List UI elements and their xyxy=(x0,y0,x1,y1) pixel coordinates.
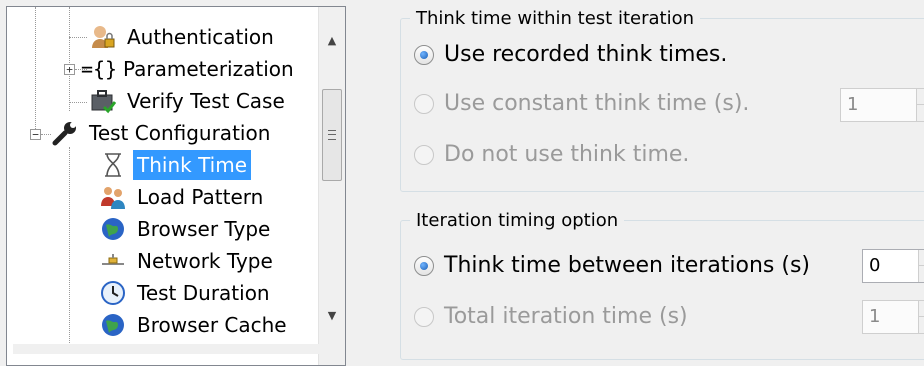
network-icon xyxy=(99,247,127,275)
scroll-down-button[interactable]: ▼ xyxy=(319,302,345,328)
tree-item-label: Network Type xyxy=(137,249,273,273)
tree-item-label: Authentication xyxy=(127,25,274,49)
spin-down-icon[interactable]: ▼ xyxy=(919,266,924,282)
tree-item-browser-cache[interactable]: Browser Cache xyxy=(99,310,291,340)
tree-connector xyxy=(35,7,36,135)
tree-connector xyxy=(41,134,51,135)
option-label: Use constant think time (s). xyxy=(444,91,750,116)
tree-item-label: Parameterization xyxy=(123,57,294,81)
grip-icon xyxy=(328,130,336,140)
option-label: Total iteration time (s) xyxy=(444,304,688,329)
scroll-thumb[interactable] xyxy=(322,89,342,181)
spin-up-icon[interactable]: ▲ xyxy=(919,250,924,266)
briefcase-check-icon xyxy=(89,87,117,115)
radio-button[interactable] xyxy=(414,144,434,165)
collapse-test-configuration-button[interactable]: − xyxy=(30,129,41,140)
spin-down-icon[interactable]: ▼ xyxy=(919,317,924,333)
tree-item-authentication[interactable]: Authentication xyxy=(89,22,278,52)
tree-item-label: Think Time xyxy=(133,150,252,180)
option-label: Think time between iterations (s) xyxy=(444,253,811,278)
spinner-buttons[interactable]: ▲▼ xyxy=(918,301,924,333)
spinner-value: 1 xyxy=(869,306,881,327)
think-time-between-iterations-option[interactable]: Think time between iterations (s) xyxy=(414,253,810,278)
globe-icon xyxy=(99,311,127,339)
option-label: Use recorded think times. xyxy=(444,42,728,67)
radio-button[interactable] xyxy=(414,93,434,114)
tree-item-parameterization[interactable]: ={} Parameterization xyxy=(80,54,298,84)
iteration-timing-group-title: Iteration timing option xyxy=(410,210,625,232)
tree-connector xyxy=(69,37,87,38)
think-time-group-title: Think time within test iteration xyxy=(410,8,700,30)
tree-vertical-scrollbar[interactable]: ▲ ▼ xyxy=(318,7,345,365)
radio-button[interactable] xyxy=(414,255,434,276)
total-iteration-time-spinner[interactable]: 1 ▲▼ xyxy=(862,300,924,334)
use-recorded-think-times-option[interactable]: Use recorded think times. xyxy=(414,42,727,67)
spin-down-icon[interactable]: ▼ xyxy=(917,105,924,121)
tree-connector xyxy=(69,147,70,347)
tree-item-test-configuration[interactable]: Test Configuration xyxy=(51,118,274,148)
spin-up-icon[interactable]: ▲ xyxy=(919,301,924,317)
between-iterations-spinner[interactable]: 0 ▲▼ xyxy=(862,249,924,283)
tree-item-browser-type[interactable]: Browser Type xyxy=(99,214,274,244)
tree-item-label: Test Configuration xyxy=(89,121,271,145)
hourglass-icon xyxy=(99,151,127,179)
scroll-up-button[interactable]: ▲ xyxy=(319,27,345,53)
tree-item-label: Test Duration xyxy=(137,281,270,305)
braces-icon: ={} xyxy=(80,57,118,81)
tree-item-verify-test-case[interactable]: Verify Test Case xyxy=(89,86,289,116)
use-constant-think-time-option[interactable]: Use constant think time (s). xyxy=(414,91,749,116)
do-not-use-think-time-option[interactable]: Do not use think time. xyxy=(414,142,689,167)
spin-up-icon[interactable]: ▲ xyxy=(917,89,924,105)
tree-item-label: Browser Cache xyxy=(137,313,287,337)
expand-parameterization-button[interactable]: + xyxy=(64,64,75,75)
user-lock-icon xyxy=(89,23,117,51)
users-icon xyxy=(99,183,127,211)
iteration-timing-group xyxy=(400,220,924,360)
spinner-value: 0 xyxy=(869,255,881,276)
globe-icon xyxy=(99,215,127,243)
radio-button[interactable] xyxy=(414,306,434,327)
option-label: Do not use think time. xyxy=(444,142,690,167)
spinner-buttons[interactable]: ▲▼ xyxy=(916,89,924,121)
radio-button[interactable] xyxy=(414,44,434,65)
total-iteration-time-option[interactable]: Total iteration time (s) xyxy=(414,304,688,329)
tree-item-load-pattern[interactable]: Load Pattern xyxy=(99,182,267,212)
tree-item-think-time[interactable]: Think Time xyxy=(99,150,252,180)
constant-think-time-spinner[interactable]: 1 ▲▼ xyxy=(840,88,924,122)
tree-item-network-type[interactable]: Network Type xyxy=(99,246,277,276)
tree-view[interactable]: + − Authentication ={} Parameterization … xyxy=(6,6,346,366)
wrench-icon xyxy=(51,119,79,147)
tree-connector xyxy=(69,7,70,111)
spinner-value: 1 xyxy=(847,94,859,115)
tree-horizontal-scrollbar[interactable] xyxy=(13,344,325,354)
tree-item-label: Load Pattern xyxy=(137,185,264,209)
spinner-buttons[interactable]: ▲▼ xyxy=(918,250,924,282)
tree-item-label: Browser Type xyxy=(137,217,271,241)
tree-item-test-duration[interactable]: Test Duration xyxy=(99,278,274,308)
clock-icon xyxy=(99,279,127,307)
tree-item-label: Verify Test Case xyxy=(127,89,285,113)
tree-connector xyxy=(69,102,87,103)
